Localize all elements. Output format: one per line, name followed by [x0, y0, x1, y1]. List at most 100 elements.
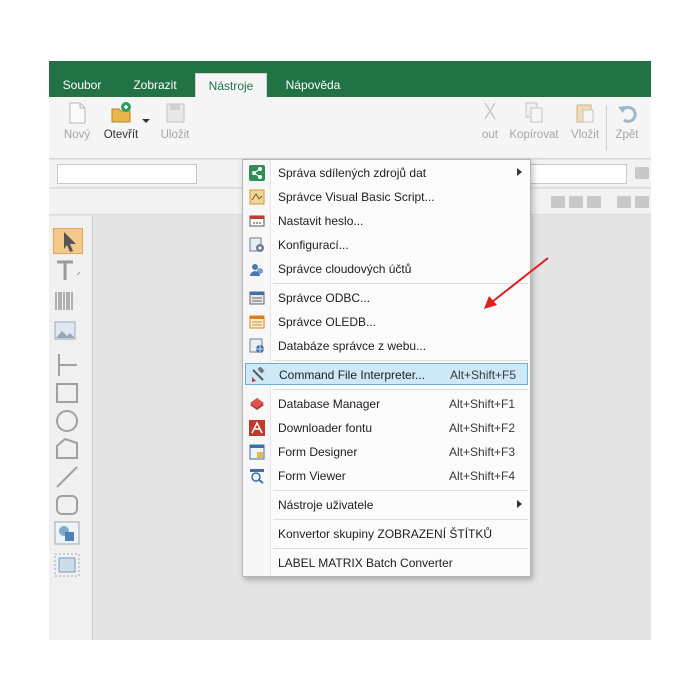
- order-icon[interactable]: [635, 196, 649, 208]
- undo-button[interactable]: Zpět: [611, 101, 643, 155]
- menu-item-label: LABEL MATRIX Batch Converter: [278, 556, 453, 570]
- paste-button[interactable]: Vložit: [565, 101, 605, 155]
- open-button[interactable]: Otevřít: [99, 101, 143, 155]
- menu-item-spravce-cloudovych-uctu[interactable]: Správce cloudových účtů: [245, 258, 528, 280]
- ribbon-separator: [606, 105, 607, 151]
- password-icon: [249, 215, 265, 227]
- pointer-icon: [64, 232, 76, 252]
- ellipse-tool[interactable]: [53, 408, 83, 434]
- menu-item-konfigurace[interactable]: Konfigurací...: [245, 234, 528, 256]
- form-designer-icon: [249, 444, 265, 460]
- menu-item-label: Databáze správce z webu...: [278, 339, 427, 353]
- menu-item-spravce-odbc[interactable]: Správce ODBC...: [245, 287, 528, 309]
- tool-palette: [49, 216, 93, 640]
- menu-item-spravce-oledb[interactable]: Správce OLEDB...: [245, 311, 528, 333]
- copy-icon: [525, 102, 543, 123]
- cut-button[interactable]: out: [475, 101, 505, 155]
- undo-icon: [618, 105, 637, 123]
- cut-icon: [484, 102, 496, 120]
- submenu-arrow-icon: [517, 168, 522, 176]
- menu-item-label: Konvertor skupiny ZOBRAZENÍ ŠTÍTKŮ: [278, 527, 493, 541]
- ellipse-tool-icon: [56, 410, 78, 432]
- menu-separator: [273, 490, 528, 491]
- menu-item-konvertor-skupiny[interactable]: Konvertor skupiny ZOBRAZENÍ ŠTÍTKŮ: [245, 523, 528, 545]
- frame-tool[interactable]: [53, 552, 83, 578]
- new-button[interactable]: Nový: [57, 101, 97, 155]
- image-tool-icon: [54, 321, 76, 340]
- menu-item-shortcut: Alt+Shift+F3: [449, 445, 516, 459]
- barcode-tool[interactable]: [53, 288, 83, 314]
- menu-item-label: Database Manager: [278, 397, 381, 411]
- polygon-tool[interactable]: [53, 436, 83, 462]
- line-tool[interactable]: [53, 352, 83, 378]
- menu-item-form-designer[interactable]: Form Designer Alt+Shift+F3: [245, 441, 528, 463]
- save-icon: [166, 103, 185, 123]
- application-window: Soubor Zobrazit Nástroje Nápověda Nový O…: [49, 61, 651, 640]
- paste-icon: [576, 104, 594, 123]
- menu-item-label: Správce Visual Basic Script...: [278, 190, 435, 204]
- menu-tab-nastroje[interactable]: Nástroje: [195, 73, 267, 97]
- rectangle-tool[interactable]: [53, 380, 83, 406]
- share-icon: [249, 165, 265, 181]
- cut-button-label: out: [482, 129, 498, 141]
- tools-dropdown-menu: Správa sdílených zdrojů dat Správce Visu…: [242, 159, 531, 577]
- font-name-combo[interactable]: [57, 164, 197, 184]
- menu-separator: [273, 283, 528, 284]
- menu-item-form-viewer[interactable]: Form Viewer Alt+Shift+F4: [245, 465, 528, 487]
- menu-item-command-file-interpreter[interactable]: Command File Interpreter... Alt+Shift+F5: [245, 363, 528, 385]
- shapes-tool-icon: [54, 521, 80, 545]
- vbscript-icon: [249, 189, 265, 205]
- copy-button[interactable]: Kopírovat: [507, 101, 561, 155]
- menu-tab-napoveda[interactable]: Nápověda: [275, 73, 351, 97]
- menu-item-label: Command File Interpreter...: [279, 368, 426, 382]
- menu-item-nastroje-uzivatele[interactable]: Nástroje uživatele: [245, 494, 528, 516]
- align-objects-icon[interactable]: [551, 196, 565, 208]
- new-button-label: Nový: [63, 129, 91, 141]
- font-size-combo[interactable]: [517, 164, 627, 184]
- open-folder-icon: [111, 102, 131, 123]
- diagonal-line-tool[interactable]: [53, 464, 83, 490]
- pen-icon[interactable]: [635, 167, 649, 179]
- command-file-icon: [252, 367, 265, 382]
- submenu-arrow-icon: [517, 500, 522, 508]
- menu-tab-zobrazit[interactable]: Zobrazit: [121, 73, 189, 97]
- menu-item-label: Downloader fontu: [278, 421, 373, 435]
- bring-front-icon[interactable]: [587, 196, 601, 208]
- menu-item-label: Form Viewer: [278, 469, 346, 483]
- menu-tab-soubor[interactable]: Soubor: [53, 73, 111, 97]
- cloud-accounts-icon: [250, 264, 263, 276]
- new-document-icon: [69, 102, 86, 124]
- menu-item-shortcut: Alt+Shift+F2: [449, 421, 516, 435]
- shapes-tool[interactable]: [53, 520, 83, 546]
- save-button[interactable]: Uložit: [155, 101, 195, 155]
- menu-item-label: Nastavit heslo...: [278, 214, 364, 228]
- menu-item-label-matrix-batch-converter[interactable]: LABEL MATRIX Batch Converter: [245, 552, 528, 574]
- menu-separator: [273, 360, 528, 361]
- open-button-label: Otevřít: [103, 129, 139, 141]
- menu-item-label: Správce ODBC...: [278, 291, 371, 305]
- menu-separator: [273, 548, 528, 549]
- menu-item-shortcut: Alt+Shift+F1: [449, 397, 516, 411]
- image-tool[interactable]: [53, 318, 83, 344]
- menu-item-downloader-fontu[interactable]: Downloader fontu Alt+Shift+F2: [245, 417, 528, 439]
- pointer-tool[interactable]: [53, 228, 83, 254]
- menu-item-databaze-spravce-z-webu[interactable]: Databáze správce z webu...: [245, 335, 528, 357]
- menu-item-spravce-vbscript[interactable]: Správce Visual Basic Script...: [245, 186, 528, 208]
- font-downloader-icon: [249, 420, 265, 436]
- save-button-label: Uložit: [160, 129, 190, 141]
- menu-item-label: Správa sdílených zdrojů dat: [278, 166, 427, 180]
- distribute-icon[interactable]: [569, 196, 583, 208]
- chart-icon[interactable]: [617, 196, 631, 208]
- barcode-tool-icon: [55, 292, 73, 310]
- menu-item-sprava-sdilenych-zdroju[interactable]: Správa sdílených zdrojů dat: [245, 162, 528, 184]
- menu-item-database-manager[interactable]: Database Manager Alt+Shift+F1: [245, 393, 528, 415]
- menu-item-shortcut: Alt+Shift+F5: [450, 368, 517, 382]
- rounded-rect-tool[interactable]: [53, 492, 83, 518]
- menu-bar: Soubor Zobrazit Nástroje Nápověda: [49, 61, 651, 97]
- database-manager-icon: [250, 398, 264, 410]
- menu-item-nastavit-heslo[interactable]: Nastavit heslo...: [245, 210, 528, 232]
- rectangle-tool-icon: [56, 383, 78, 403]
- copy-button-label: Kopírovat: [509, 129, 559, 141]
- text-tool[interactable]: [53, 258, 83, 284]
- menu-item-label: Správce cloudových účtů: [278, 262, 412, 276]
